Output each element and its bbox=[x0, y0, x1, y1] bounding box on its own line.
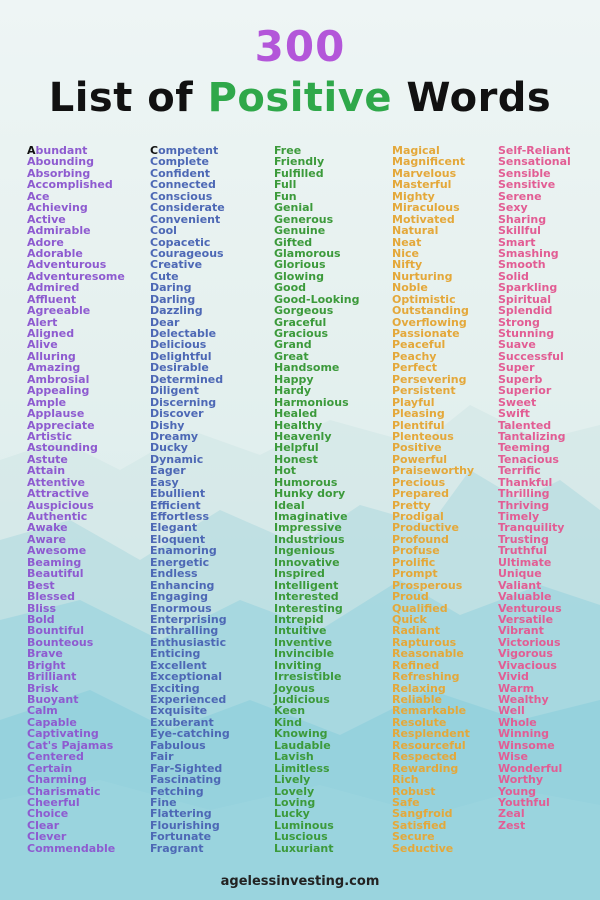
word-item: Attractive bbox=[27, 487, 90, 501]
word-item: Valuable bbox=[498, 590, 552, 604]
word-item: Noble bbox=[392, 281, 428, 295]
word-item: Luxuriant bbox=[274, 841, 334, 855]
word-item: Appealing bbox=[27, 384, 90, 398]
word-item: Lively bbox=[274, 773, 311, 787]
word-item: Seductive bbox=[392, 841, 454, 855]
word-item: Invincible bbox=[274, 647, 335, 661]
word-item: Daring bbox=[150, 281, 192, 295]
word-item: Fragrant bbox=[150, 841, 204, 855]
word-column-1: Abundant Abounding Absorbing Accomplished Ac… bbox=[27, 145, 125, 855]
word-column-5: Self-Reliant Sensational Sensible Sensitive… bbox=[498, 145, 571, 832]
word-item: Charming bbox=[27, 773, 87, 787]
title-accent: Positive bbox=[207, 75, 392, 121]
word-item: Swift bbox=[498, 407, 530, 421]
word-item: Eager bbox=[150, 464, 186, 478]
word-item: Genuine bbox=[274, 224, 326, 238]
word-item: Miraculous bbox=[392, 201, 460, 215]
word-item: Hunky dory bbox=[274, 487, 346, 501]
header: 300 List of Positive Words bbox=[0, 24, 600, 124]
word-item: Worthy bbox=[498, 773, 543, 787]
word-item: Refreshing bbox=[392, 670, 460, 684]
word-item: Considerate bbox=[150, 201, 225, 215]
word-item: Healed bbox=[274, 407, 318, 421]
word-item: Discover bbox=[150, 407, 204, 421]
word-item: Dazzling bbox=[150, 304, 203, 318]
word-item: Persistent bbox=[392, 384, 456, 398]
word-item: Enticing bbox=[150, 647, 201, 661]
word-item: Fair bbox=[150, 750, 174, 764]
word-item: Unique bbox=[498, 567, 542, 581]
word-item: Natural bbox=[392, 224, 439, 238]
word-item: Beautiful bbox=[27, 567, 84, 581]
word-item: Luscious bbox=[274, 830, 328, 844]
word-item: Sparkling bbox=[498, 281, 558, 295]
word-item: Exceptional bbox=[150, 670, 223, 684]
word-column-3: Free Friendly Fulfilled Full Fun Genial Genero… bbox=[274, 145, 360, 855]
word-item: Cool bbox=[150, 224, 177, 238]
word-item: Vigorous bbox=[498, 647, 553, 661]
word-item: Agreeable bbox=[27, 304, 91, 318]
word-item: Zest bbox=[498, 818, 526, 832]
word-item: Diligent bbox=[150, 384, 199, 398]
word-item: Vivid bbox=[498, 670, 529, 684]
word-item: Hardy bbox=[274, 384, 312, 398]
word-item: Good bbox=[274, 281, 307, 295]
site-url: agelessinvesting.com bbox=[220, 874, 380, 889]
word-item: Brilliant bbox=[27, 670, 77, 684]
word-item: Outstanding bbox=[392, 304, 469, 318]
word-item: Terrific bbox=[498, 464, 541, 478]
word-item: Centered bbox=[27, 750, 84, 764]
word-item: Fascinating bbox=[150, 773, 222, 787]
word-item: Wise bbox=[498, 750, 528, 764]
word-item: Interested bbox=[274, 590, 339, 604]
title-prefix: List of bbox=[48, 75, 208, 121]
word-item: Admired bbox=[27, 281, 80, 295]
word-item: Commendable bbox=[27, 841, 116, 855]
word-item: Attain bbox=[27, 464, 66, 478]
word-item: Clever bbox=[27, 830, 67, 844]
word-item: Endless bbox=[150, 567, 198, 581]
word-item: Superior bbox=[498, 384, 552, 398]
title-suffix: Words bbox=[391, 75, 552, 121]
word-item: Thrilling bbox=[498, 487, 550, 501]
word-item: Proud bbox=[392, 590, 429, 604]
word-item: Achieving bbox=[27, 201, 88, 215]
word-item: Irresistible bbox=[274, 670, 342, 684]
word-item: Pleasing bbox=[392, 407, 445, 421]
word-item: Engaging bbox=[150, 590, 208, 604]
word-item: Respected bbox=[392, 750, 457, 764]
word-item: Admirable bbox=[27, 224, 91, 238]
word-item: Prompt bbox=[392, 567, 438, 581]
word-item: Ebullient bbox=[150, 487, 206, 501]
word-item: Splendid bbox=[498, 304, 553, 318]
word-item: Prepared bbox=[392, 487, 450, 501]
word-item: Inspired bbox=[274, 567, 325, 581]
word-item: Lavish bbox=[274, 750, 314, 764]
word-item: Hot bbox=[274, 464, 297, 478]
word-item: Sexy bbox=[498, 201, 528, 215]
word-count-heading: 300 bbox=[254, 22, 346, 71]
word-item: Blessed bbox=[27, 590, 76, 604]
word-column-4: Magical Magnificent Marvelous Masterful Migh… bbox=[392, 145, 475, 855]
word-item: Skillful bbox=[498, 224, 541, 238]
word-item: Praiseworthy bbox=[392, 464, 475, 478]
word-item: Applause bbox=[27, 407, 85, 421]
word-item: Gorgeous bbox=[274, 304, 334, 318]
word-item: Brave bbox=[27, 647, 63, 661]
word-item: Fortunate bbox=[150, 830, 212, 844]
word-item: Secure bbox=[392, 830, 435, 844]
word-column-2: Competent Complete Confident Connected Consc… bbox=[150, 145, 230, 855]
word-item: Genial bbox=[274, 201, 314, 215]
page-title: List of Positive Words bbox=[0, 72, 600, 124]
word-item: Rich bbox=[392, 773, 419, 787]
word-item: Reasonable bbox=[392, 647, 464, 661]
